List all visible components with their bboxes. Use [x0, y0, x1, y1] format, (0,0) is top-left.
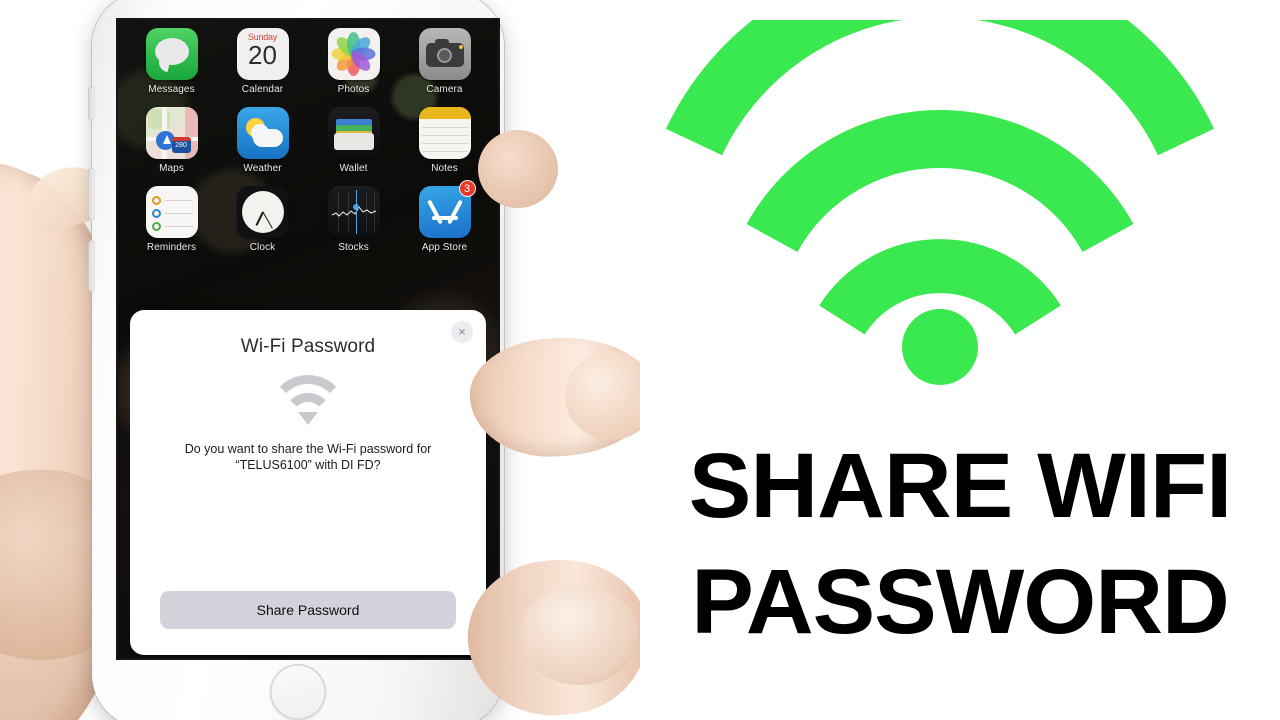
app-label: Photos	[337, 84, 370, 95]
phone-screen: Messages Sunday 20 Calendar Photos Camer…	[118, 20, 498, 658]
app-notes[interactable]: Notes	[399, 107, 490, 174]
app-label: Stocks	[338, 242, 369, 253]
app-label: Calendar	[241, 84, 284, 95]
app-store-badge: 3	[458, 180, 476, 197]
screenshot-root: Messages Sunday 20 Calendar Photos Camer…	[0, 0, 1280, 720]
close-icon[interactable]: ×	[451, 321, 473, 343]
wifi-password-dialog: × Wi-Fi Password Do you want to share th…	[130, 310, 486, 655]
app-reminders[interactable]: Reminders	[126, 186, 217, 253]
wifi-icon	[268, 375, 348, 427]
calendar-icon: Sunday 20	[236, 28, 289, 80]
app-label: Clock	[249, 242, 276, 253]
wifi-signal-icon	[650, 20, 1270, 400]
app-label: Reminders	[146, 242, 197, 253]
app-camera[interactable]: Camera	[399, 28, 490, 95]
app-label: App Store	[421, 242, 468, 253]
notes-icon	[418, 107, 471, 159]
stocks-icon	[327, 186, 380, 238]
app-label: Weather	[243, 163, 282, 174]
app-messages[interactable]: Messages	[126, 28, 217, 95]
calendar-day: 20	[248, 40, 277, 70]
clock-icon	[236, 186, 289, 238]
messages-icon	[145, 28, 198, 80]
promo-panel: SHARE WIFI PASSWORD	[640, 0, 1280, 720]
phone-photo-panel: Messages Sunday 20 Calendar Photos Camer…	[0, 0, 640, 720]
app-photos[interactable]: Photos	[308, 28, 399, 95]
share-password-button[interactable]: Share Password	[160, 591, 456, 629]
app-label: Wallet	[339, 163, 368, 174]
hand-finger-top	[478, 130, 558, 208]
home-screen-app-grid: Messages Sunday 20 Calendar Photos Camer…	[118, 28, 498, 253]
promo-title-line1: SHARE WIFI	[688, 435, 1232, 537]
volume-up-button[interactable]	[88, 168, 95, 220]
mute-switch[interactable]	[88, 86, 95, 120]
volume-down-button[interactable]	[88, 240, 95, 292]
app-label: Camera	[426, 84, 463, 95]
app-maps[interactable]: 280 Maps	[126, 107, 217, 174]
app-stocks[interactable]: Stocks	[308, 186, 399, 253]
home-button[interactable]	[270, 664, 326, 720]
app-label: Messages	[148, 84, 195, 95]
weather-icon	[236, 107, 289, 159]
app-clock[interactable]: Clock	[217, 186, 308, 253]
maps-icon: 280	[145, 107, 198, 159]
photos-icon	[327, 28, 380, 80]
app-weather[interactable]: Weather	[217, 107, 308, 174]
route-shield: 280	[171, 137, 191, 153]
app-app-store[interactable]: 3 App Store	[399, 180, 490, 253]
camera-icon	[418, 28, 471, 80]
wallet-icon	[327, 107, 380, 159]
dialog-title: Wi-Fi Password	[240, 336, 376, 357]
hand-fingertip-middle	[520, 585, 638, 685]
reminders-icon	[145, 186, 198, 238]
promo-title-line2: PASSWORD	[691, 551, 1230, 653]
app-calendar[interactable]: Sunday 20 Calendar	[217, 28, 308, 95]
app-label: Maps	[159, 163, 184, 174]
app-wallet[interactable]: Wallet	[308, 107, 399, 174]
app-label: Notes	[431, 163, 458, 174]
